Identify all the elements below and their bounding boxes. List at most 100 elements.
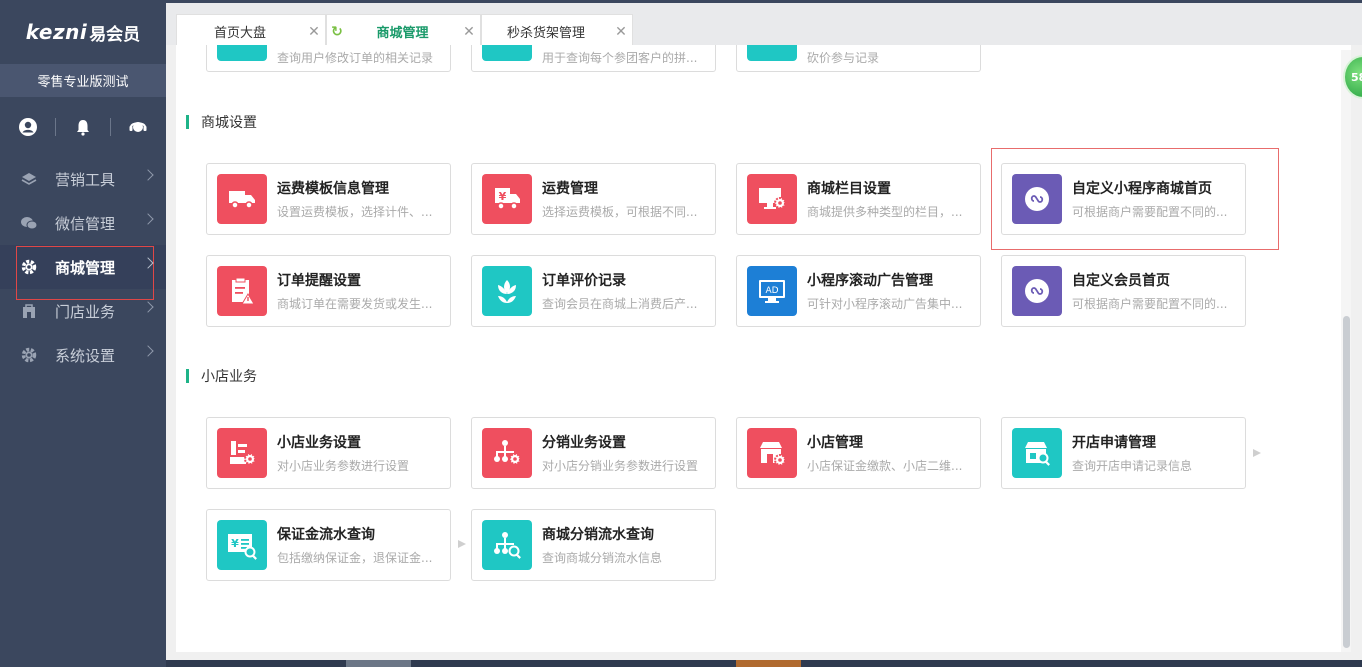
network-gear-icon [482,428,532,478]
card-title: 订单评价记录 [542,273,626,289]
card-title: 订单提醒设置 [277,273,361,289]
sidebar-item-marketing-tools[interactable]: 营销工具 [0,157,166,201]
close-icon[interactable]: ✕ [303,24,325,40]
bottom-bar [166,660,1362,667]
card-order-reviews[interactable]: 订单评价记录 查询会员在商城上消费后产... [471,255,716,327]
shop-search-icon [1012,428,1062,478]
card-desc: 对小店分销业务参数进行设置 [542,459,699,473]
bottom-bar-segment [346,660,411,667]
svg-text:¥: ¥ [499,190,507,203]
tab-mall-management[interactable]: ↻ 商城管理 ✕ [326,14,481,48]
wechat-icon [20,214,38,232]
sidebar: kezni 易会员 零售专业版测试 营销工具 微信管理 商城管理 门店业务 系统… [0,0,166,667]
card-title: 小程序滚动广告管理 [807,273,933,289]
truck-icon [217,174,267,224]
sidebar-item-label: 门店业务 [55,302,116,321]
card-custom-member-home[interactable]: 自定义会员首页 可根据商户需要配置不同的... [1001,255,1246,327]
chevron-right-icon [142,213,154,225]
card-distribution-flow[interactable]: 商城分销流水查询 查询商城分销流水信息 [471,509,716,581]
close-icon[interactable]: ✕ [610,24,632,40]
card-distribution-settings[interactable]: 分销业务设置 对小店分销业务参数进行设置 [471,417,716,489]
card-shop-application[interactable]: 开店申请管理 查询开店申请记录信息 [1001,417,1246,489]
scrollbar-thumb[interactable] [1343,316,1350,648]
card-title: 小店业务设置 [277,435,361,451]
card-desc: 对小店业务参数进行设置 [277,459,410,473]
bottom-bar-segment [736,660,801,667]
sidebar-item-label: 微信管理 [55,214,116,233]
card-title: 运费模板信息管理 [277,181,389,197]
sidebar-menu: 营销工具 微信管理 商城管理 门店业务 系统设置 [0,157,166,377]
brand-name: kezni [25,20,88,44]
monitor-gear-icon [747,174,797,224]
card-small-shop-settings[interactable]: 小店业务设置 对小店业务参数进行设置 [206,417,451,489]
card-title: 分销业务设置 [542,435,626,451]
yuan-list-search-icon: ¥ [217,520,267,570]
chevron-right-icon [142,169,154,181]
card-title: 商城栏目设置 [807,181,891,197]
card-desc: 查询商城分销流水信息 [542,551,663,565]
tab-label: 首页大盘 [213,26,266,41]
card-shipping-fee[interactable]: ¥ 运费管理 选择运费模板，可根据不同... [471,163,716,235]
close-icon[interactable]: ✕ [458,24,480,40]
store-name: 零售专业版测试 [0,64,166,97]
bell-icon[interactable] [73,117,93,137]
arrow-right-icon [458,540,466,548]
chevron-right-icon [142,345,154,357]
tab-flash-sale-shelf[interactable]: 秒杀货架管理 ✕ [481,14,633,48]
chevron-right-icon [142,301,154,313]
card-miniprogram-ad[interactable]: AD 小程序滚动广告管理 可针对小程序滚动广告集中... [736,255,981,327]
card-desc: 查询开店申请记录信息 [1072,459,1193,473]
card-small-shop-management[interactable]: 小店管理 小店保证金缴款、小店二维... [736,417,981,489]
card-title: 自定义小程序商城首页 [1072,181,1212,197]
store-icon [20,302,38,320]
sidebar-item-store-business[interactable]: 门店业务 [0,289,166,333]
clipboard-alert-icon [217,266,267,316]
sidebar-item-mall-management[interactable]: 商城管理 [0,245,166,300]
search-icon [482,45,532,61]
card-desc: 查询用户修改订单的相关记录 [277,50,434,65]
partial-card[interactable]: 查询用户修改订单的相关记录 [206,45,451,72]
flower-icon [482,266,532,316]
partial-card[interactable]: 砍价参与记录 [736,45,981,72]
brand-sub: 易会员 [89,24,141,45]
card-desc: 商城提供多种类型的栏目，... [807,205,963,219]
sidebar-icon-row [0,97,166,157]
partial-card[interactable]: 用于查询每个参团客户的拼... [471,45,716,72]
tab-dashboard[interactable]: 首页大盘 ✕ [176,14,326,48]
gear-icon [20,258,38,276]
card-desc: 砍价参与记录 [807,50,880,65]
shop-gear-icon [747,428,797,478]
divider [109,118,111,136]
divider [55,118,57,136]
card-desc: 设置运费模板，选择计件、... [277,205,433,219]
card-custom-miniprogram-home[interactable]: 自定义小程序商城首页 可根据商户需要配置不同的... [1001,163,1246,235]
card-desc: 包括缴纳保证金，退保证金... [277,551,433,565]
card-desc: 小店保证金缴款、小店二维... [807,459,963,473]
refresh-icon[interactable]: ↻ [327,24,347,40]
sidebar-item-wechat[interactable]: 微信管理 [0,201,166,245]
sidebar-item-system-settings[interactable]: 系统设置 [0,333,166,377]
card-desc: 可根据商户需要配置不同的... [1072,297,1228,311]
tab-label: 秒杀货架管理 [506,26,585,41]
sidebar-item-label: 营销工具 [55,170,116,189]
yuan-truck-icon: ¥ [482,174,532,224]
card-title: 小店管理 [807,435,863,451]
card-mall-column-settings[interactable]: 商城栏目设置 商城提供多种类型的栏目，... [736,163,981,235]
card-shipping-template[interactable]: 运费模板信息管理 设置运费模板，选择计件、... [206,163,451,235]
sidebar-item-label: 系统设置 [55,346,116,365]
miniprogram-icon [1012,174,1062,224]
gear-icon [20,346,38,364]
card-desc: 可根据商户需要配置不同的... [1072,205,1228,219]
card-deposit-flow[interactable]: ¥ 保证金流水查询 包括缴纳保证金，退保证金... [206,509,451,581]
card-title: 运费管理 [542,181,598,197]
headset-icon[interactable] [128,117,148,137]
svg-text:¥: ¥ [231,537,239,550]
chevron-right-icon [142,257,154,269]
record-icon [217,45,267,61]
card-desc: 商城订单在需要发货或发生... [277,297,433,311]
user-icon[interactable] [18,117,38,137]
card-order-reminder[interactable]: 订单提醒设置 商城订单在需要发货或发生... [206,255,451,327]
card-desc: 可针对小程序滚动广告集中... [807,297,963,311]
card-desc: 选择运费模板，可根据不同... [542,205,698,219]
main-content: 查询用户修改订单的相关记录 用于查询每个参团客户的拼... 砍价参与记录 商城设… [176,45,1351,652]
